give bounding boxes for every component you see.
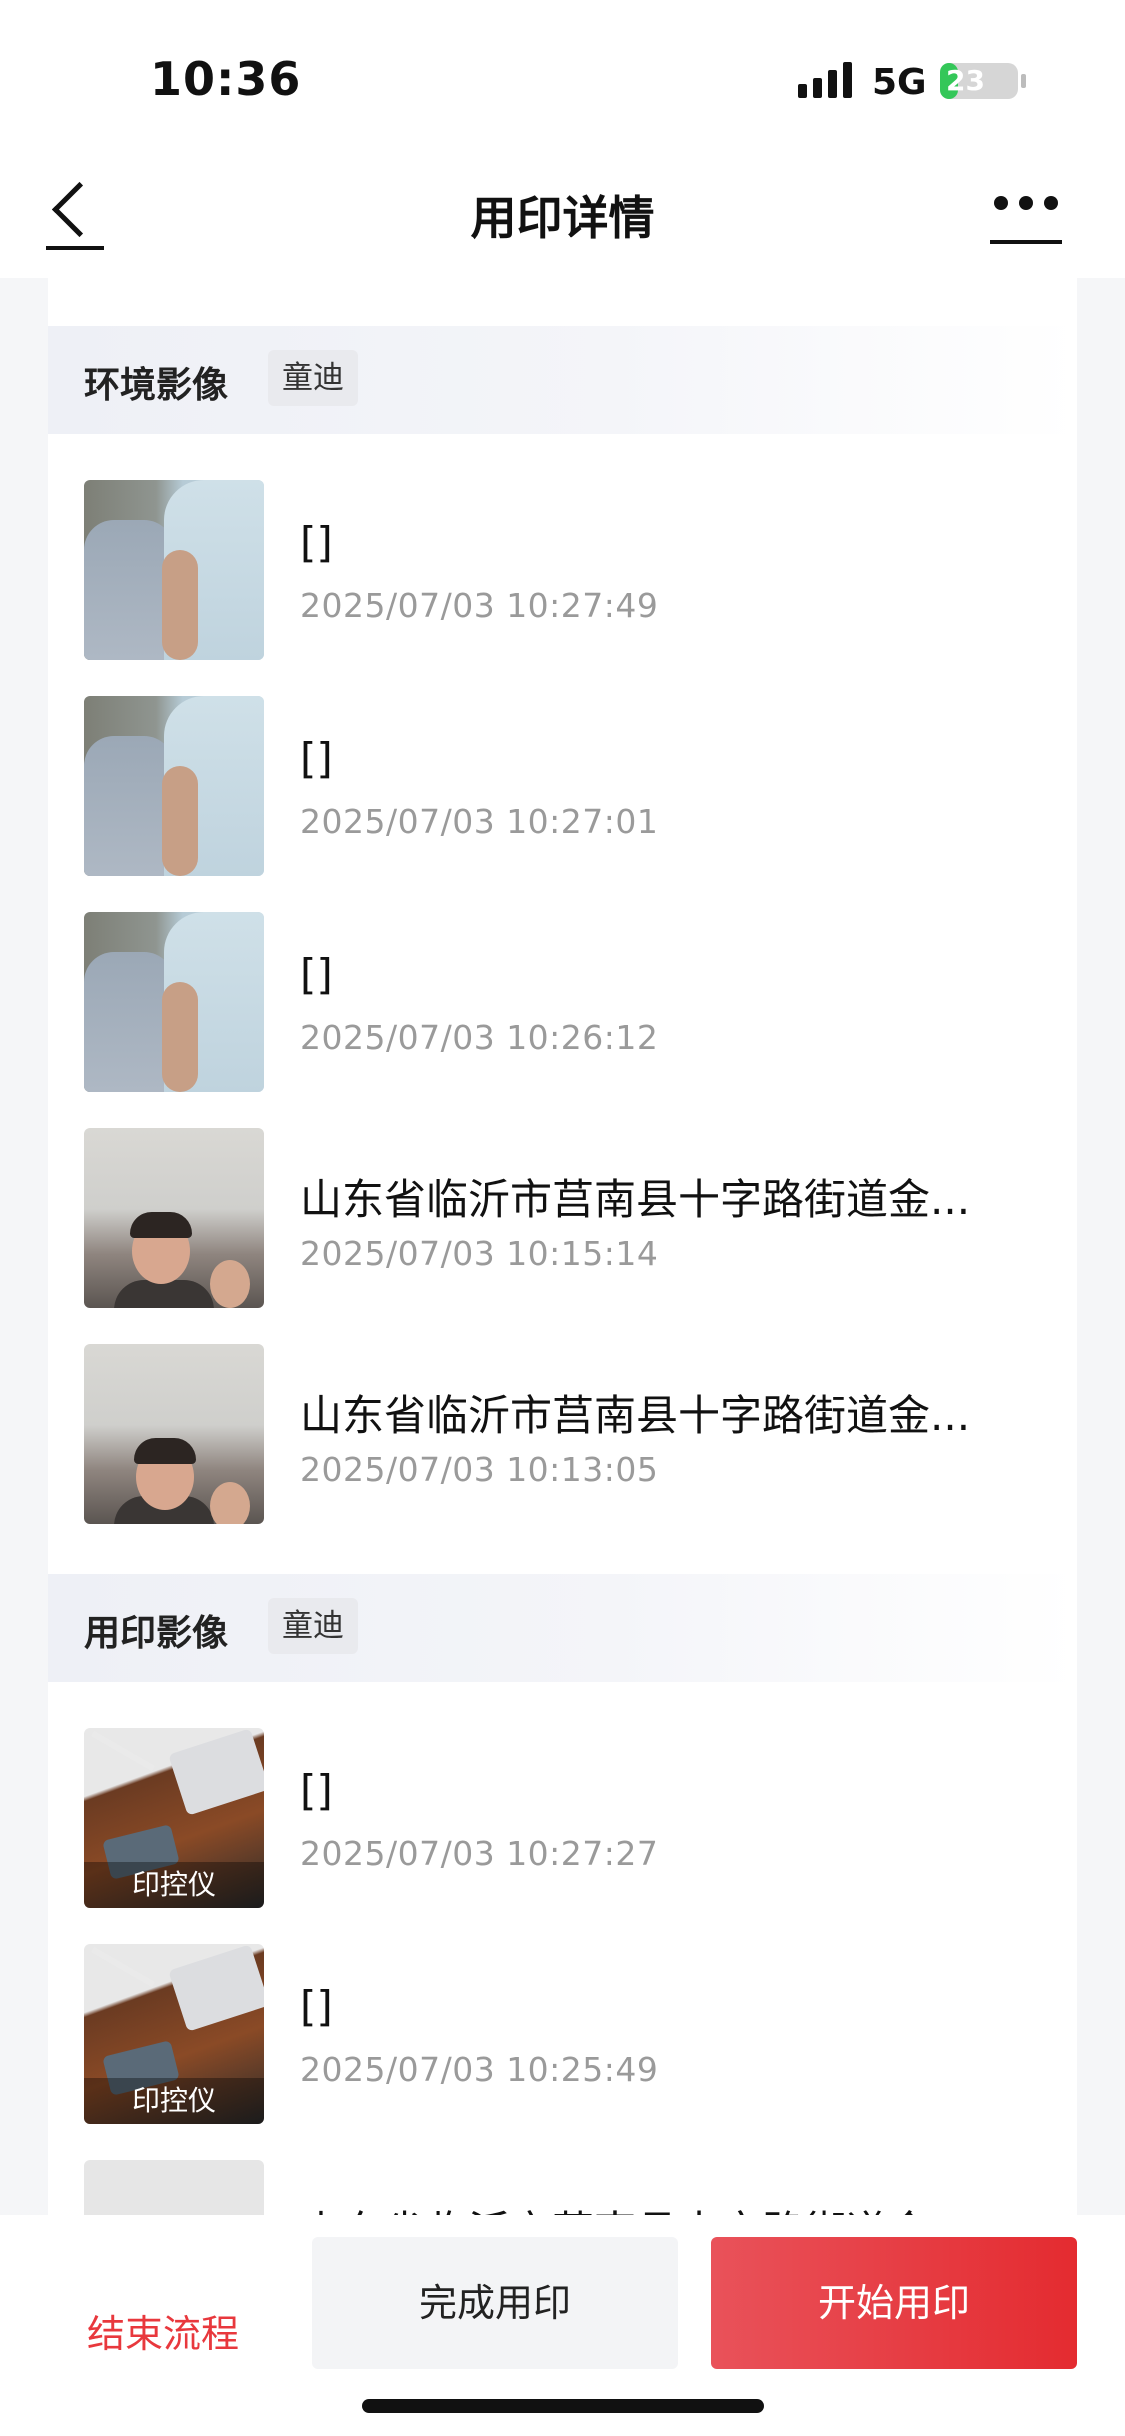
nav-bar: 用印详情 xyxy=(0,150,1125,278)
page-title: 用印详情 xyxy=(470,191,655,245)
home-indicator xyxy=(362,2399,764,2413)
item-timestamp: 2025/07/03 10:27:27 xyxy=(300,1834,659,1873)
photo-thumbnail[interactable] xyxy=(84,1128,264,1308)
item-title: [] xyxy=(300,734,333,783)
end-flow-button[interactable]: 结束流程 xyxy=(40,2269,286,2399)
finish-seal-button[interactable]: 完成用印 xyxy=(312,2237,678,2369)
image-list-item[interactable]: 山东省临沂市莒南县十字路街道金 xyxy=(84,2160,1064,2218)
thumbnail-label: 印控仪 xyxy=(84,2078,264,2124)
item-timestamp: 2025/07/03 10:25:49 xyxy=(300,2050,659,2089)
user-tag: 童迪 xyxy=(268,350,358,406)
image-list-item[interactable]: 印控仪 [] 2025/07/03 10:27:27 xyxy=(84,1728,1064,1908)
more-icon[interactable] xyxy=(990,196,1062,244)
start-seal-button[interactable]: 开始用印 xyxy=(711,2237,1077,2369)
section-title: 环境影像 xyxy=(84,365,229,406)
item-timestamp: 2025/07/03 10:27:01 xyxy=(300,802,659,841)
image-list-item[interactable]: 山东省临沂市莒南县十字路街道金... 2025/07/03 10:15:14 xyxy=(84,1128,1064,1308)
item-title: [] xyxy=(300,950,333,999)
image-list-item[interactable]: [] 2025/07/03 10:27:49 xyxy=(84,480,1064,660)
photo-thumbnail[interactable] xyxy=(84,480,264,660)
signal-icon xyxy=(798,62,854,98)
photo-thumbnail[interactable]: 印控仪 xyxy=(84,1728,264,1908)
item-title: [] xyxy=(300,1766,333,1815)
battery-cap xyxy=(1021,74,1026,88)
photo-thumbnail[interactable] xyxy=(84,696,264,876)
item-title: [] xyxy=(300,518,333,567)
item-timestamp: 2025/07/03 10:26:12 xyxy=(300,1018,659,1057)
item-title: 山东省临沂市莒南县十字路街道金... xyxy=(300,1175,971,1224)
image-list-item[interactable]: [] 2025/07/03 10:26:12 xyxy=(84,912,1064,1092)
photo-thumbnail[interactable] xyxy=(84,1344,264,1524)
item-title: 山东省临沂市莒南县十字路街道金... xyxy=(300,1391,971,1440)
image-list-item[interactable]: 印控仪 [] 2025/07/03 10:25:49 xyxy=(84,1944,1064,2124)
photo-thumbnail[interactable]: 印控仪 xyxy=(84,1944,264,2124)
status-bar: 10:36 5G 23 xyxy=(0,0,1125,150)
thumbnail-label: 印控仪 xyxy=(84,1862,264,1908)
battery-icon: 23 xyxy=(940,63,1018,99)
image-list-item[interactable]: 山东省临沂市莒南县十字路街道金... 2025/07/03 10:13:05 xyxy=(84,1344,1064,1524)
photo-thumbnail[interactable] xyxy=(84,912,264,1092)
battery-percent: 23 xyxy=(946,64,985,97)
item-timestamp: 2025/07/03 10:13:05 xyxy=(300,1450,659,1489)
item-timestamp: 2025/07/03 10:27:49 xyxy=(300,586,659,625)
item-title: [] xyxy=(300,1982,333,2031)
section-title: 用印影像 xyxy=(84,1613,229,1654)
photo-thumbnail[interactable] xyxy=(84,2160,264,2218)
network-label: 5G xyxy=(872,62,927,103)
detail-card: 环境影像 童迪 [] 2025/07/03 10:27:49 [] 2025/0… xyxy=(48,278,1077,2218)
section-header-sealing: 用印影像 童迪 xyxy=(48,1574,1077,1682)
status-time: 10:36 xyxy=(150,52,302,106)
item-timestamp: 2025/07/03 10:15:14 xyxy=(300,1234,659,1273)
image-list-item[interactable]: [] 2025/07/03 10:27:01 xyxy=(84,696,1064,876)
section-header-environment: 环境影像 童迪 xyxy=(48,326,1077,434)
user-tag: 童迪 xyxy=(268,1598,358,1654)
